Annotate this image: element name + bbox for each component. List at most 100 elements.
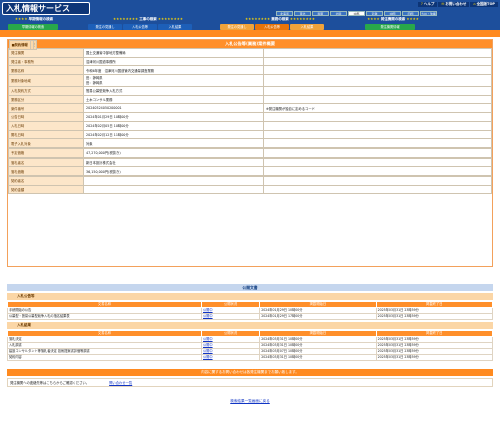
info-row: 契約者名: [8, 175, 492, 186]
contact-list-link[interactable]: 問い合わせ一覧: [109, 380, 132, 385]
info-note: [263, 65, 492, 76]
documents-title: 公開文書: [7, 284, 493, 291]
document-end-date: 2025年03月31日 23時59分: [375, 354, 494, 361]
info-row: 業務対象地域 田：静岡県 田：静岡県: [8, 74, 492, 88]
nav-group-title: ★★★★★★★★ 業務の検索 ★★★★★★★★: [245, 17, 315, 21]
info-note: [263, 120, 492, 131]
info-note: [263, 112, 492, 122]
info-value-text: 47,270,000円(税抜き): [86, 151, 121, 156]
documents-subsection-title: 入札公告等: [7, 293, 493, 300]
info-value-text: 田：静岡県: [86, 80, 103, 85]
info-value: [83, 175, 264, 186]
info-row: 発注機関 国土交通省中部地方整備局: [8, 48, 492, 58]
info-value-text: 2024年02月12日 11時00分: [86, 132, 129, 137]
region-button[interactable]: 北海道: [276, 11, 293, 16]
nav-agencies: ★★★★ 発注機関の検索 ★★★★ 発注機関情報: [353, 17, 433, 30]
info-value-text: 36,150,000円(税抜き): [86, 169, 121, 174]
inquiry-bar: 内容に関するお問い合わせは各発注機関までお願い致します。: [7, 369, 493, 376]
info-value: 令和6年度 沼津河川国道管内交通量調査業務: [83, 65, 264, 76]
info-label: 電子入札対象: [8, 138, 84, 148]
nav-group-title: ★★★★ 早期情報の検索: [14, 17, 54, 21]
region-button[interactable]: 九州・沖縄: [420, 11, 437, 16]
info-note: [263, 86, 492, 96]
info-row: 落札価格 36,150,000円(税抜き): [8, 166, 492, 176]
region-button[interactable]: 東北: [294, 11, 311, 16]
public-documents: 公開文書 入札公告等 文書名称 公開状況 掲載開始日 掲載終了日 手続開始の公告 公開中 20…: [7, 284, 494, 366]
info-note: [263, 166, 492, 176]
info-row: 契約金額: [8, 184, 492, 195]
info-value: [83, 184, 264, 195]
info-label: 契約者名: [8, 175, 84, 186]
info-label: 入札契約方式: [8, 86, 84, 96]
region-selector: 北海道 東北 関東 北陸 中部 近畿 中国 四国 九州・沖縄: [276, 11, 437, 16]
top-links: ?ヘルプ ✉お問い合わせ ⌂全国版TOP: [418, 2, 498, 7]
mail-icon: ✉: [441, 2, 445, 6]
info-note: [263, 175, 492, 186]
case-summary-table: 発注機関 国土交通省中部地方整備局 発注者・事務所 沼津河川国道事務所 業務名称 令和6年…: [8, 40, 492, 195]
documents-table: 文書名称 公開状況 掲載開始日 掲載終了日 落札決定 公開中 2024年03月31日 10時…: [7, 330, 494, 361]
info-value: 簡易公募型競争入札方式: [83, 86, 264, 96]
header-divider: [0, 30, 500, 37]
info-value-text: 令和6年度 沼津河川国道管内交通量調査業務: [86, 68, 155, 73]
info-note: [263, 129, 492, 140]
info-row: ■契約情報: [8, 40, 31, 53]
help-icon: ?: [421, 2, 423, 6]
info-label: 落札者名: [8, 157, 84, 168]
header-banner: 入札情報サービス ?ヘルプ ✉お問い合わせ ⌂全国版TOP 北海道 東北 関東 北陸中…: [0, 0, 500, 30]
info-value-text: 2024年02月05日 10時00分: [86, 124, 129, 129]
region-button[interactable]: 中国: [384, 11, 401, 16]
nav-group-title: ★★★★★★★★ 工事の検索 ★★★★★★★★: [113, 17, 183, 21]
info-row: 公告日時 2024年01月29日 10時00分: [8, 112, 492, 122]
info-row: 開札日時 2024年02月12日 11時00分: [8, 129, 492, 140]
home-icon: ⌂: [473, 2, 476, 6]
site-logo[interactable]: 入札情報サービス: [2, 2, 90, 15]
info-label: 案件番号: [8, 103, 84, 114]
info-row: 入札日時 2024年02月05日 10時00分: [8, 120, 492, 131]
info-label: 業務区分: [8, 94, 84, 105]
info-value-text: 田：静岡県: [86, 75, 103, 80]
info-note: [263, 147, 492, 158]
region-button[interactable]: 関東: [312, 11, 329, 16]
info-value: 田：静岡県 田：静岡県: [83, 74, 264, 88]
region-button[interactable]: 近畿: [366, 11, 383, 16]
info-value-text: 対象: [86, 141, 93, 146]
info-value-text: 土木コンサル業務: [86, 98, 113, 103]
info-value: 47,270,000円(税抜き): [83, 147, 264, 158]
documents-table: 文書名称 公開状況 掲載開始日 掲載終了日 手続開始の公告 公開中 2024年01月29日 …: [7, 301, 494, 320]
main-nav: ★★★★ 早期情報の検索 早期情報の検索 ★★★★★★★★ 工事の検索 ★★★★…: [8, 17, 496, 30]
nav-group-title: ★★★★ 発注機関の検索 ★★★★: [367, 17, 419, 21]
info-value: 2024年01月29日 10時00分: [83, 112, 264, 122]
page-title: 入札公告等(業務)案件概要: [8, 40, 492, 48]
region-button[interactable]: 北陸: [330, 11, 347, 16]
info-value: 土木コンサル業務: [83, 94, 264, 105]
document-name: 公募型・簡易公募型競争入札の指名結果表: [7, 313, 202, 320]
document-status-link[interactable]: 公開中: [200, 354, 261, 361]
info-row: 予定価格 47,270,000円(税抜き): [8, 147, 492, 158]
region-button[interactable]: 四国: [402, 11, 419, 16]
info-label: 業務名称: [8, 65, 84, 76]
region-button[interactable]: 中部: [348, 11, 365, 16]
inquiry-note-text: 発注機関への連絡先等はこちらからご確認ください。: [10, 381, 90, 385]
documents-subsection-title: 入札結果: [7, 322, 493, 329]
info-label: 発注者・事務所: [8, 56, 84, 67]
back-to-results-link[interactable]: 検索結果一覧画面に戻る: [0, 399, 500, 404]
info-value: 20240524050200001: [83, 103, 264, 114]
info-value: 対象: [83, 138, 264, 148]
contact-link[interactable]: ✉お問い合わせ: [438, 2, 470, 7]
info-label: 業務対象地域: [8, 74, 84, 88]
info-label: 入札日時: [8, 120, 84, 131]
nav-services: ★★★★★★★★ 業務の検索 ★★★★★★★★ 発注の見通し 入札公告等 入札結…: [220, 17, 340, 30]
document-start-date: 2024年03月31日 10時00分: [259, 354, 377, 361]
info-label: 落札価格: [8, 166, 84, 176]
document-status-link[interactable]: 公開中: [200, 313, 261, 320]
info-value: 沼津河川国道事務所: [83, 56, 264, 67]
info-row: 業務区分 土木コンサル業務: [8, 94, 492, 105]
info-value-text: 新日本設計株式会社: [86, 160, 116, 165]
national-top-link[interactable]: ⌂全国版TOP: [470, 2, 498, 7]
info-value: 国土交通省中部地方整備局: [83, 48, 264, 58]
info-row: 電子入札対象 対象: [8, 138, 492, 148]
document-end-date: 2025年03月31日 23時59分: [375, 313, 494, 320]
info-note: [263, 74, 492, 88]
help-link[interactable]: ?ヘルプ: [418, 2, 438, 7]
info-label: 開札日時: [8, 129, 84, 140]
